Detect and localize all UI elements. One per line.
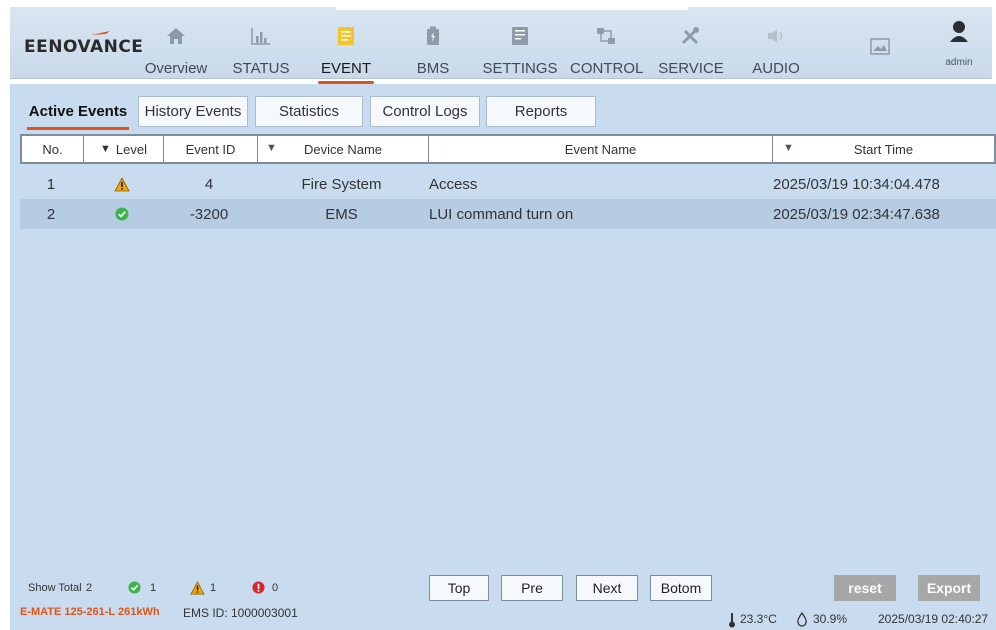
cell-event-name: LUI command turn on xyxy=(429,205,574,223)
col-event-id-label: Event ID xyxy=(185,141,236,157)
nav-settings[interactable]: SETTINGS xyxy=(480,7,560,79)
col-start-time[interactable]: ▼ Start Time xyxy=(773,136,994,162)
events-table: No. ▼ Level Event ID ▼ Device Name Event… xyxy=(20,134,996,572)
tab-statistics[interactable]: Statistics xyxy=(255,96,363,127)
col-level-label: Level xyxy=(115,141,147,157)
bar-chart-icon xyxy=(248,23,274,49)
user-name: admin xyxy=(945,57,973,68)
error-icon xyxy=(252,581,265,599)
top-nav-bar: EENOVANCE Overview STATUS EVENT BMS SETT xyxy=(10,7,992,84)
picture-icon xyxy=(867,33,893,59)
tab-label: Control Logs xyxy=(382,103,468,120)
nav-audio[interactable]: AUDIO xyxy=(748,7,804,79)
table-row[interactable]: 2 -3200 EMS LUI command turn on 2025/03/… xyxy=(20,199,996,229)
cell-event-id: -3200 xyxy=(189,205,229,223)
previous-button[interactable]: Pre xyxy=(501,575,563,601)
temperature-value: 23.3°C xyxy=(740,612,777,626)
show-total-label: Show Total xyxy=(28,582,82,594)
cell-start-time: 2025/03/19 10:34:04.478 xyxy=(773,175,940,193)
thermometer-icon xyxy=(728,612,736,630)
nav-label: SETTINGS xyxy=(482,60,558,77)
export-button[interactable]: Export xyxy=(918,575,980,601)
warning-count: 1 xyxy=(210,582,217,594)
col-start-time-label: Start Time xyxy=(853,141,914,157)
col-device-name[interactable]: ▼ Device Name xyxy=(258,136,429,162)
table-row[interactable]: 1 4 Fire System Access 2025/03/19 10:34:… xyxy=(20,169,996,199)
check-circle-icon xyxy=(82,199,162,229)
tab-label: Reports xyxy=(514,103,568,120)
nav-label: BMS xyxy=(416,60,450,77)
cell-no: 1 xyxy=(46,175,56,193)
nav-bms[interactable]: BMS xyxy=(410,7,456,79)
nav-label: CONTROL xyxy=(570,60,644,77)
col-level[interactable]: ▼ Level xyxy=(84,136,164,162)
check-circle-icon xyxy=(128,581,141,599)
filter-icon[interactable]: ▼ xyxy=(783,142,794,154)
col-no-label: No. xyxy=(42,141,63,157)
bottom-button[interactable]: Botom xyxy=(650,575,712,601)
brand-logo: EENOVANCE xyxy=(24,31,144,57)
warning-icon xyxy=(82,169,162,199)
battery-icon xyxy=(420,23,446,49)
tab-control-logs[interactable]: Control Logs xyxy=(370,96,480,127)
cell-start-time: 2025/03/19 02:34:47.638 xyxy=(773,205,940,223)
tab-label: Active Events xyxy=(28,103,128,120)
cell-event-name: Access xyxy=(429,175,478,193)
humidity-drop-icon xyxy=(796,611,808,630)
tab-label: Statistics xyxy=(278,103,339,120)
cell-no: 2 xyxy=(46,205,56,223)
col-device-name-label: Device Name xyxy=(303,141,383,157)
event-list-icon xyxy=(333,23,359,49)
tab-label: History Events xyxy=(144,103,242,120)
settings-server-icon xyxy=(507,23,533,49)
cell-device-name: EMS xyxy=(325,205,358,223)
nav-status[interactable]: STATUS xyxy=(230,7,292,79)
reset-button[interactable]: reset xyxy=(834,575,896,601)
tab-history-events[interactable]: History Events xyxy=(138,96,248,127)
event-panel: Active Events History Events Statistics … xyxy=(10,84,996,630)
nav-label: SERVICE xyxy=(658,60,724,77)
humidity-value: 30.9% xyxy=(813,612,848,626)
nav-overview[interactable]: Overview xyxy=(138,7,214,79)
col-event-id[interactable]: Event ID xyxy=(164,136,258,162)
filter-icon[interactable]: ▼ xyxy=(266,142,277,154)
col-no[interactable]: No. xyxy=(22,136,84,162)
next-button[interactable]: Next xyxy=(576,575,638,601)
table-header: No. ▼ Level Event ID ▼ Device Name Event… xyxy=(20,134,996,164)
tab-active-events[interactable]: Active Events xyxy=(24,96,132,127)
ok-count: 1 xyxy=(150,582,157,594)
nav-label: AUDIO xyxy=(752,60,800,77)
cell-device-name: Fire System xyxy=(301,175,382,193)
logo-swoosh-icon xyxy=(91,31,110,35)
home-icon xyxy=(163,23,189,49)
nav-event[interactable]: EVENT xyxy=(316,7,376,84)
nav-service[interactable]: SERVICE xyxy=(656,7,726,79)
nav-user[interactable]: admin xyxy=(938,7,980,79)
filter-icon[interactable]: ▼ xyxy=(100,143,111,155)
nav-label: STATUS xyxy=(232,60,290,77)
warning-icon xyxy=(190,581,205,600)
logo-text: EENOVANCE xyxy=(24,37,144,57)
show-total-count: 2 xyxy=(86,582,93,594)
control-flow-icon xyxy=(593,23,619,49)
nav-label: Overview xyxy=(144,60,208,77)
col-event-name[interactable]: Event Name xyxy=(429,136,773,162)
error-count: 0 xyxy=(272,582,279,594)
subtab-active-indicator xyxy=(27,127,129,130)
user-avatar-icon xyxy=(946,19,972,45)
top-button[interactable]: Top xyxy=(429,575,489,601)
device-model: E-MATE 125-261-L 261kWh xyxy=(20,606,160,618)
speaker-icon xyxy=(763,23,789,49)
nav-picture[interactable] xyxy=(862,7,898,79)
tab-reports[interactable]: Reports xyxy=(486,96,596,127)
nav-label: EVENT xyxy=(320,60,371,77)
col-event-name-label: Event Name xyxy=(564,141,637,157)
current-datetime: 2025/03/19 02:40:27 xyxy=(878,612,989,626)
cell-event-id: 4 xyxy=(204,175,214,193)
tools-icon xyxy=(678,23,704,49)
ems-id: EMS ID: 1000003001 xyxy=(183,606,298,620)
nav-control[interactable]: CONTROL xyxy=(570,7,644,79)
